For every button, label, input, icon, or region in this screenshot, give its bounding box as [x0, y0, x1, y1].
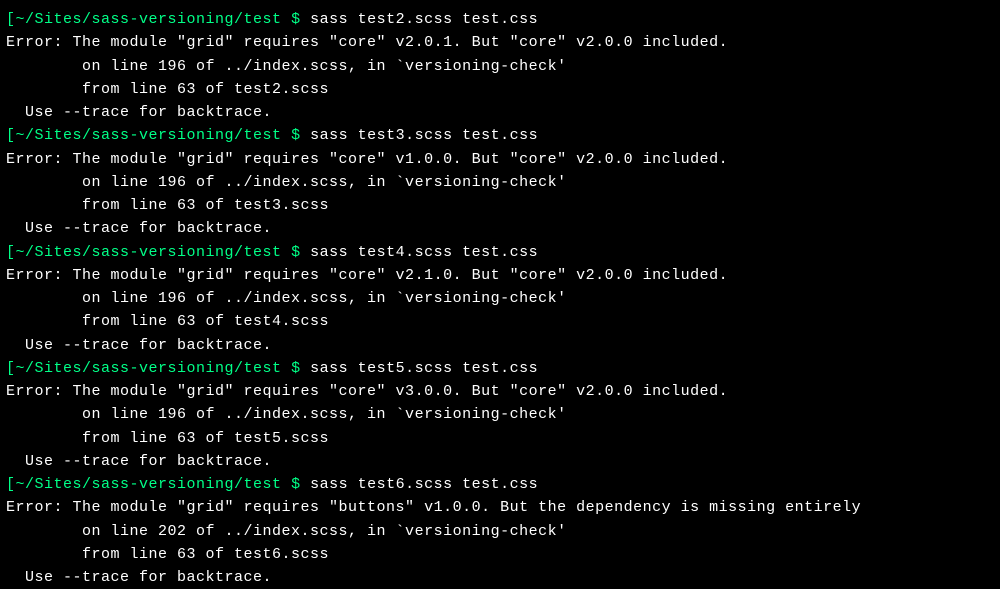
prompt-dollar: $ — [282, 244, 311, 261]
command-text: sass test5.scss test.css — [310, 360, 538, 377]
trace-line: on line 196 of ../index.scss, in `versio… — [6, 55, 994, 78]
prompt-dollar: $ — [282, 476, 311, 493]
command-text: sass test3.scss test.css — [310, 127, 538, 144]
prompt-line: [~/Sites/sass-versioning/test $ sass tes… — [6, 241, 994, 264]
use-trace-line: Use --trace for backtrace. — [6, 334, 994, 357]
prompt-path: ~/Sites/sass-versioning/test — [16, 127, 282, 144]
use-trace-line: Use --trace for backtrace. — [6, 101, 994, 124]
prompt-dollar: $ — [282, 360, 311, 377]
prompt-path: ~/Sites/sass-versioning/test — [16, 244, 282, 261]
prompt-dollar: $ — [282, 11, 311, 28]
error-line: Error: The module "grid" requires "butto… — [6, 496, 994, 519]
command-text: sass test2.scss test.css — [310, 11, 538, 28]
error-line: Error: The module "grid" requires "core"… — [6, 148, 994, 171]
error-line: Error: The module "grid" requires "core"… — [6, 31, 994, 54]
prompt-line: [~/Sites/sass-versioning/test $ sass tes… — [6, 124, 994, 147]
trace-line: from line 63 of test6.scss — [6, 543, 994, 566]
prompt-bracket-icon: [ — [6, 360, 16, 377]
terminal-output[interactable]: [~/Sites/sass-versioning/test $ sass tes… — [6, 8, 994, 589]
prompt-path: ~/Sites/sass-versioning/test — [16, 360, 282, 377]
trace-line: on line 196 of ../index.scss, in `versio… — [6, 403, 994, 426]
error-line: Error: The module "grid" requires "core"… — [6, 264, 994, 287]
prompt-bracket-icon: [ — [6, 11, 16, 28]
command-text: sass test4.scss test.css — [310, 244, 538, 261]
prompt-line: [~/Sites/sass-versioning/test $ sass tes… — [6, 473, 994, 496]
prompt-line: [~/Sites/sass-versioning/test $ sass tes… — [6, 357, 994, 380]
use-trace-line: Use --trace for backtrace. — [6, 566, 994, 589]
trace-line: from line 63 of test3.scss — [6, 194, 994, 217]
prompt-dollar: $ — [282, 127, 311, 144]
prompt-bracket-icon: [ — [6, 476, 16, 493]
prompt-bracket-icon: [ — [6, 127, 16, 144]
command-text: sass test6.scss test.css — [310, 476, 538, 493]
trace-line: from line 63 of test2.scss — [6, 78, 994, 101]
trace-line: on line 196 of ../index.scss, in `versio… — [6, 171, 994, 194]
trace-line: on line 196 of ../index.scss, in `versio… — [6, 287, 994, 310]
prompt-line: [~/Sites/sass-versioning/test $ sass tes… — [6, 8, 994, 31]
prompt-path: ~/Sites/sass-versioning/test — [16, 476, 282, 493]
prompt-path: ~/Sites/sass-versioning/test — [16, 11, 282, 28]
use-trace-line: Use --trace for backtrace. — [6, 217, 994, 240]
trace-line: from line 63 of test4.scss — [6, 310, 994, 333]
prompt-bracket-icon: [ — [6, 244, 16, 261]
error-line: Error: The module "grid" requires "core"… — [6, 380, 994, 403]
use-trace-line: Use --trace for backtrace. — [6, 450, 994, 473]
trace-line: from line 63 of test5.scss — [6, 427, 994, 450]
